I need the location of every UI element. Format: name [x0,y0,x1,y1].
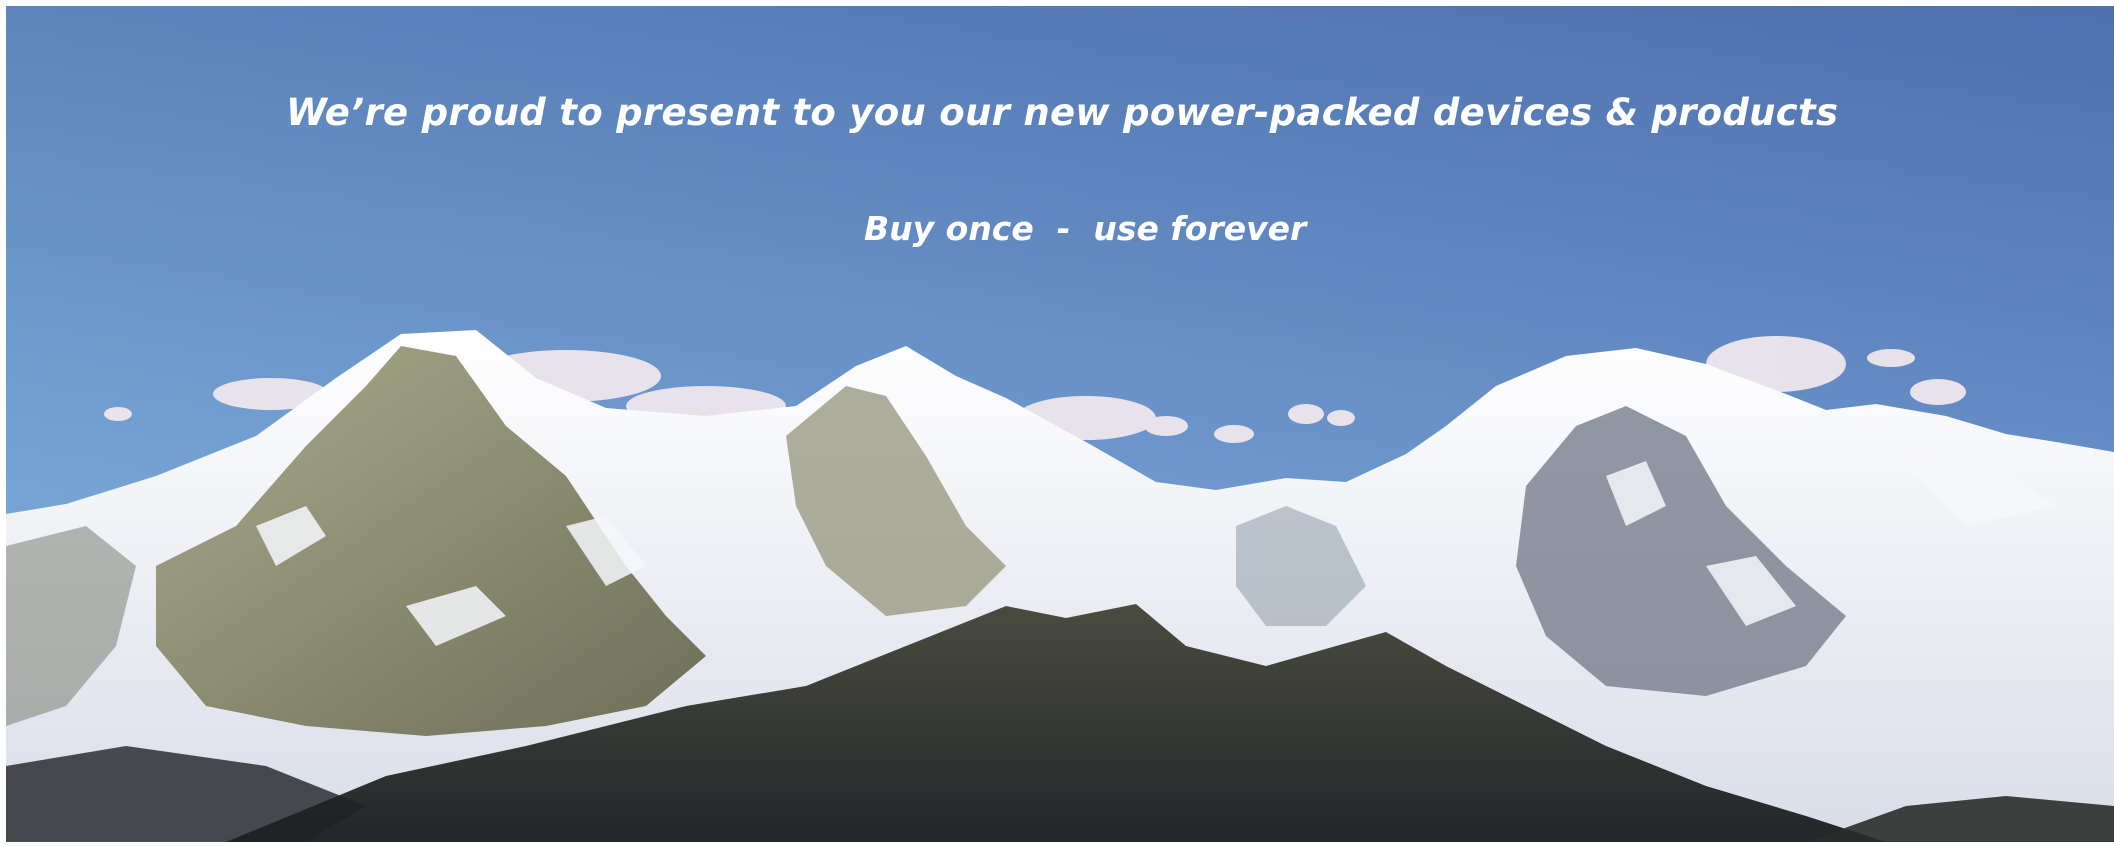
tagline-text: Buy once - use forever [864,209,1307,248]
headline-text: We’re proud to present to you our new po… [286,91,1839,134]
hero-banner: We’re proud to present to you our new po… [6,6,2114,842]
